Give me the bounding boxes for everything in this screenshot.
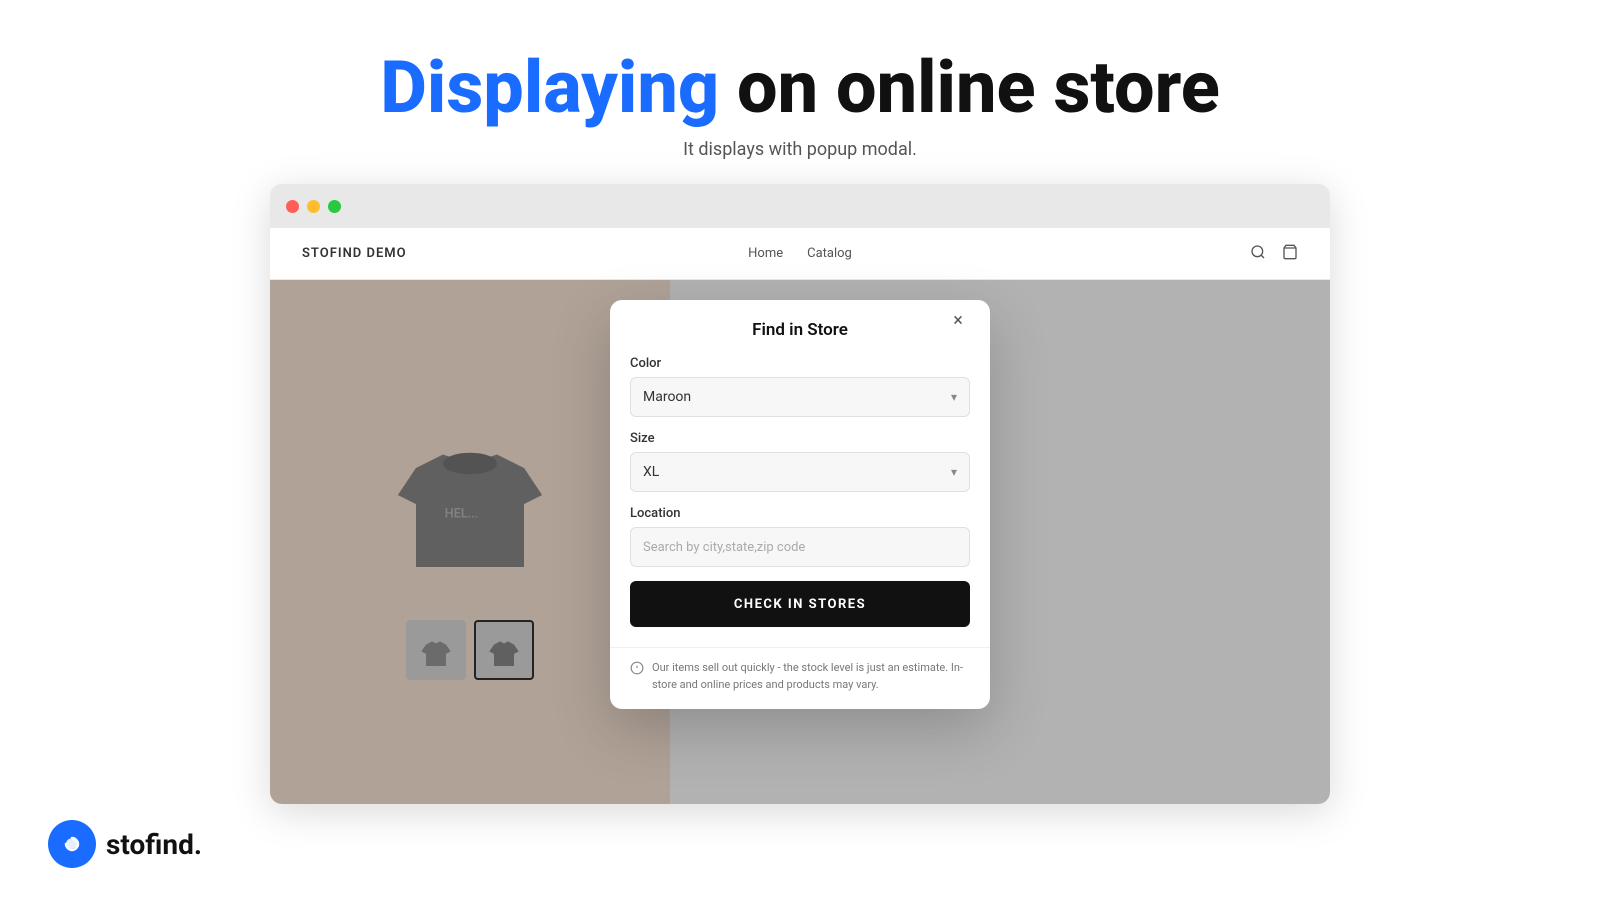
color-chevron-icon: ▾ — [951, 390, 957, 404]
demo-logo: STOFIND DEMO — [302, 246, 407, 261]
demo-site: STOFIND DEMO Home Catalog — [270, 228, 1330, 804]
color-select[interactable]: Maroon ▾ — [630, 377, 970, 417]
size-label-modal: Size — [630, 431, 970, 446]
modal-body: Color Maroon ▾ Size XL ▾ — [610, 340, 990, 647]
size-chevron-icon: ▾ — [951, 465, 957, 479]
demo-nav-icons — [1250, 244, 1298, 264]
demo-nav: STOFIND DEMO Home Catalog — [270, 228, 1330, 280]
modal-footer: Our items sell out quickly - the stock l… — [610, 647, 990, 709]
nav-link-catalog[interactable]: Catalog — [807, 246, 852, 261]
location-label: Location — [630, 506, 970, 521]
color-label: Color — [630, 356, 970, 371]
cart-icon[interactable] — [1282, 244, 1298, 264]
modal-close-button[interactable]: × — [946, 308, 970, 332]
demo-nav-links: Home Catalog — [748, 246, 852, 261]
traffic-light-yellow[interactable] — [307, 200, 320, 213]
modal-footer-text: Our items sell out quickly - the stock l… — [652, 660, 970, 693]
browser-titlebar — [270, 184, 1330, 228]
modal-overlay: Find in Store × Color Maroon ▾ — [270, 280, 1330, 804]
check-in-stores-button[interactable]: CHECK IN STORES — [630, 581, 970, 627]
brand-name: stofind. — [106, 828, 202, 861]
title-dark: on online store — [719, 45, 1220, 130]
location-form-group: Location Search by city,state,zip code — [630, 506, 970, 567]
page-title: Displaying on online store — [380, 48, 1220, 127]
modal-title: Find in Store — [752, 320, 848, 340]
size-form-group: Size XL ▾ — [630, 431, 970, 492]
size-select-modal[interactable]: XL ▾ — [630, 452, 970, 492]
browser-window: STOFIND DEMO Home Catalog — [270, 184, 1330, 804]
bottom-brand: stofind. — [48, 820, 202, 868]
color-form-group: Color Maroon ▾ — [630, 356, 970, 417]
demo-content: HEL... — [270, 280, 1330, 804]
search-icon[interactable] — [1250, 244, 1266, 264]
page-header: Displaying on online store It displays w… — [380, 0, 1220, 184]
modal-header: Find in Store × — [610, 300, 990, 340]
location-placeholder: Search by city,state,zip code — [643, 540, 805, 555]
location-input[interactable]: Search by city,state,zip code — [630, 527, 970, 567]
color-value: Maroon — [643, 389, 691, 405]
traffic-light-green[interactable] — [328, 200, 341, 213]
size-value-modal: XL — [643, 464, 659, 480]
title-blue: Displaying — [380, 45, 719, 130]
info-icon — [630, 661, 644, 679]
traffic-light-red[interactable] — [286, 200, 299, 213]
page-subtitle: It displays with popup modal. — [380, 139, 1220, 160]
find-in-store-modal: Find in Store × Color Maroon ▾ — [610, 300, 990, 709]
nav-link-home[interactable]: Home — [748, 246, 783, 261]
brand-logo — [48, 820, 96, 868]
